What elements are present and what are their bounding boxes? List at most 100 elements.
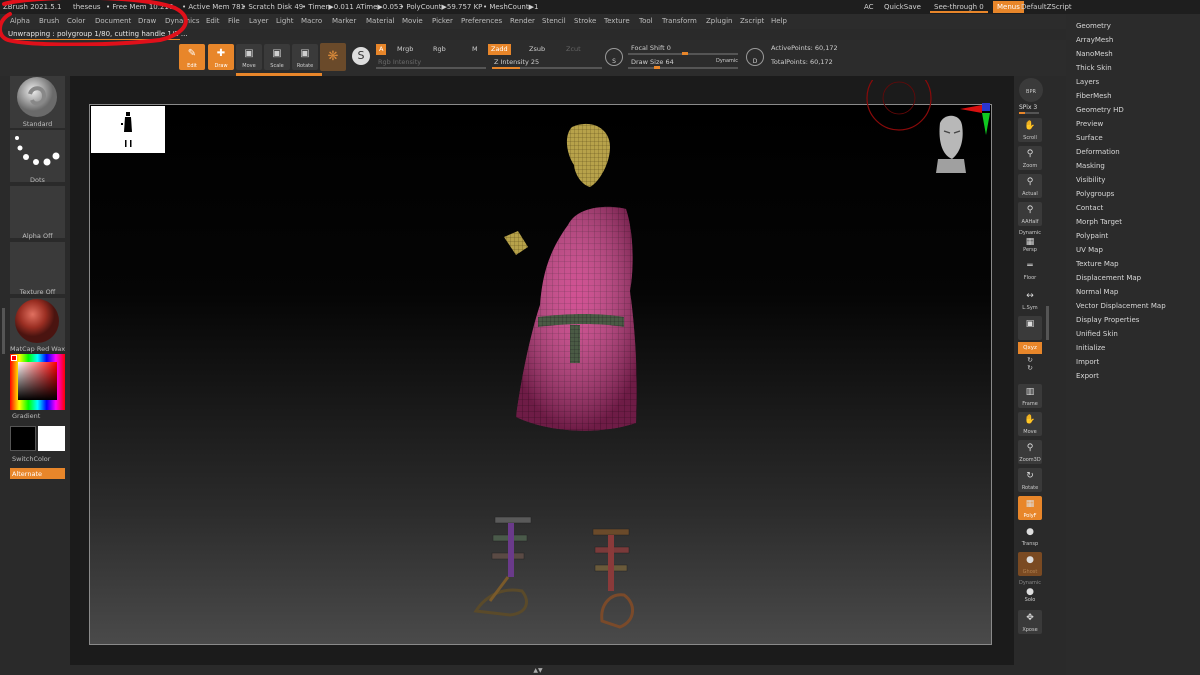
menu-brush[interactable]: Brush <box>39 17 59 25</box>
backface-mask-icon[interactable]: D <box>746 48 764 66</box>
scale-button[interactable]: ▣ Scale <box>264 44 290 70</box>
zadd-button[interactable]: Zadd <box>488 44 511 55</box>
alpha-picker[interactable] <box>10 186 65 238</box>
tray-import[interactable]: Import <box>1076 358 1099 366</box>
right-scroll-handle[interactable] <box>1046 306 1049 340</box>
tray-visibility[interactable]: Visibility <box>1076 176 1105 184</box>
tray-texture-map[interactable]: Texture Map <box>1076 260 1119 268</box>
see-through-slider[interactable]: See-through 0 <box>930 1 988 13</box>
tray-vector-displacement-map[interactable]: Vector Displacement Map <box>1076 302 1166 310</box>
xpose-button[interactable]: ✥ Xpose <box>1018 610 1042 634</box>
menu-picker[interactable]: Picker <box>432 17 453 25</box>
tray-morph-target[interactable]: Morph Target <box>1076 218 1122 226</box>
lock-button[interactable]: ▣ <box>1018 316 1042 340</box>
tray-polygroups[interactable]: Polygroups <box>1076 190 1114 198</box>
alternate-button[interactable]: Alternate <box>10 468 65 479</box>
tray-geometry[interactable]: Geometry <box>1076 22 1111 30</box>
floor-button[interactable]: ═ Floor <box>1018 258 1042 282</box>
zoom-button[interactable]: ⚲ Zoom <box>1018 146 1042 170</box>
bpr-button[interactable]: BPR <box>1019 78 1043 102</box>
menu-stroke[interactable]: Stroke <box>574 17 596 25</box>
scroll-button[interactable]: ✋ Scroll <box>1018 118 1042 142</box>
tray-arraymesh[interactable]: ArrayMesh <box>1076 36 1113 44</box>
draw-size-slider[interactable] <box>628 67 738 69</box>
left-scroll-handle[interactable] <box>2 308 5 354</box>
m-button[interactable]: M <box>469 44 481 55</box>
menu-movie[interactable]: Movie <box>402 17 423 25</box>
menu-marker[interactable]: Marker <box>332 17 356 25</box>
ghost-button[interactable]: ● Ghost <box>1018 552 1042 576</box>
orientation-head-icon[interactable] <box>930 115 970 177</box>
menu-draw[interactable]: Draw <box>138 17 156 25</box>
tray-masking[interactable]: Masking <box>1076 162 1105 170</box>
tray-nanomesh[interactable]: NanoMesh <box>1076 50 1113 58</box>
dynamic-toggle[interactable]: Dynamic <box>716 58 738 64</box>
menu-transform[interactable]: Transform <box>662 17 697 25</box>
ac-label[interactable]: AC <box>864 3 874 11</box>
tray-displacement-map[interactable]: Displacement Map <box>1076 274 1141 282</box>
gizmo-button[interactable]: ❋ <box>320 43 346 71</box>
rgb-button[interactable]: Rgb <box>430 44 449 55</box>
menu-light[interactable]: Light <box>276 17 293 25</box>
spotlight-icon[interactable]: S <box>352 47 370 65</box>
xyz-button[interactable]: Qxyz <box>1018 342 1042 354</box>
main-color-swatch[interactable] <box>10 426 36 451</box>
persp-button[interactable]: Dynamic ▦ Persp <box>1018 230 1042 254</box>
menu-layer[interactable]: Layer <box>249 17 269 25</box>
menu-color[interactable]: Color <box>67 17 85 25</box>
gradient-label[interactable]: Gradient <box>10 412 65 420</box>
menus-button[interactable]: Menus <box>993 1 1024 13</box>
tray-unified-skin[interactable]: Unified Skin <box>1076 330 1118 338</box>
draw-size-knob[interactable] <box>654 66 660 69</box>
aahalf-button[interactable]: ⚲ AAHalf <box>1018 202 1042 226</box>
polyf-button[interactable]: ▦ PolyF <box>1018 496 1042 520</box>
menu-edit[interactable]: Edit <box>206 17 220 25</box>
menu-file[interactable]: File <box>228 17 240 25</box>
draw-button[interactable]: ✚ Draw <box>208 44 234 70</box>
material-picker[interactable] <box>10 298 65 350</box>
zoom3d-button[interactable]: ⚲ Zoom3D <box>1018 440 1042 464</box>
menu-texture[interactable]: Texture <box>604 17 630 25</box>
tray-thick-skin[interactable]: Thick Skin <box>1076 64 1112 72</box>
rotation-axis-icon[interactable]: ↻ ↻ <box>1018 356 1042 378</box>
secondary-color-swatch[interactable] <box>38 426 65 451</box>
tray-surface[interactable]: Surface <box>1076 134 1103 142</box>
tray-polypaint[interactable]: Polypaint <box>1076 232 1108 240</box>
tray-normal-map[interactable]: Normal Map <box>1076 288 1118 296</box>
viewport[interactable] <box>70 76 1014 665</box>
menu-render[interactable]: Render <box>510 17 535 25</box>
tray-geometry-hd[interactable]: Geometry HD <box>1076 106 1124 114</box>
rgb-intensity-slider[interactable] <box>376 67 486 69</box>
focal-shift-knob[interactable] <box>682 52 688 55</box>
move-view-button[interactable]: ✋ Move <box>1018 412 1042 436</box>
a-button[interactable]: A <box>376 44 387 55</box>
zscript-button[interactable]: DefaultZScript <box>1021 3 1072 11</box>
color-saturation-square[interactable] <box>18 362 57 400</box>
color-picker[interactable] <box>10 354 65 410</box>
tray-preview[interactable]: Preview <box>1076 120 1103 128</box>
transp-button[interactable]: ● Transp <box>1018 524 1042 548</box>
zcut-button[interactable]: Zcut <box>563 44 584 55</box>
tray-deformation[interactable]: Deformation <box>1076 148 1120 156</box>
frame-button[interactable]: ▥ Frame <box>1018 384 1042 408</box>
tray-contact[interactable]: Contact <box>1076 204 1103 212</box>
texture-picker[interactable] <box>10 242 65 294</box>
zsub-button[interactable]: Zsub <box>526 44 548 55</box>
menu-tool[interactable]: Tool <box>639 17 653 25</box>
menu-document[interactable]: Document <box>95 17 131 25</box>
menu-zscript[interactable]: Zscript <box>740 17 764 25</box>
tray-uv-map[interactable]: UV Map <box>1076 246 1103 254</box>
tray-layers[interactable]: Layers <box>1076 78 1099 86</box>
mrgb-button[interactable]: Mrgb <box>394 44 416 55</box>
tray-fibermesh[interactable]: FiberMesh <box>1076 92 1112 100</box>
menu-help[interactable]: Help <box>771 17 787 25</box>
menu-macro[interactable]: Macro <box>301 17 322 25</box>
menu-zplugin[interactable]: Zplugin <box>706 17 732 25</box>
actual-button[interactable]: ⚲ Actual <box>1018 174 1042 198</box>
spix-slider[interactable]: SPix 3 <box>1019 104 1037 111</box>
lsym-button[interactable]: ↔ L.Sym <box>1018 288 1042 312</box>
tray-export[interactable]: Export <box>1076 372 1099 380</box>
document-canvas[interactable] <box>89 80 993 646</box>
sculpt-model[interactable] <box>90 105 993 646</box>
lazy-mouse-icon[interactable]: S <box>605 48 623 66</box>
